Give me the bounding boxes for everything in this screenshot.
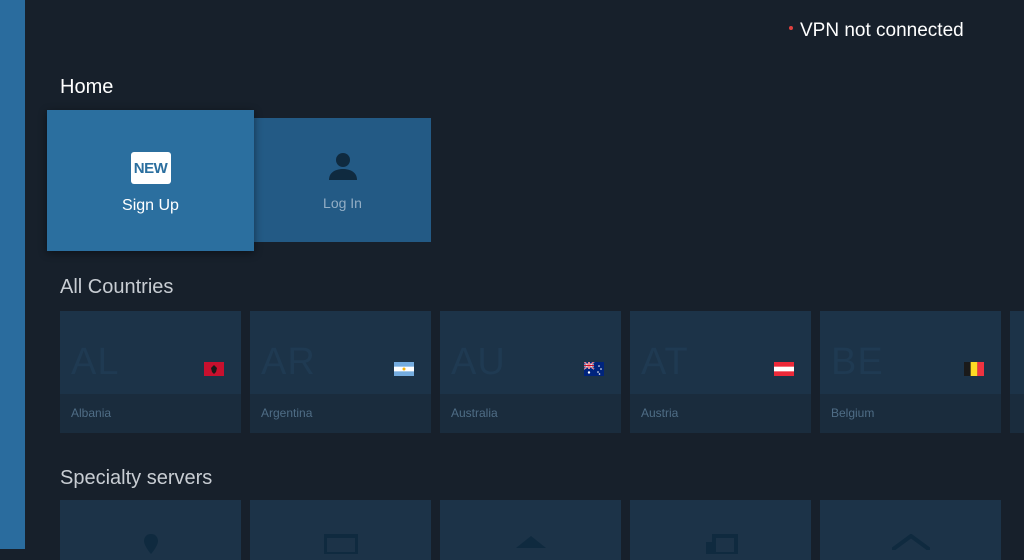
side-rail	[0, 0, 25, 549]
country-name: Belgium	[831, 406, 875, 420]
belgium-flag-icon	[964, 362, 984, 376]
country-code: AU	[451, 341, 506, 383]
sign-up-card[interactable]: NEW Sign Up	[47, 110, 254, 251]
streaming-icon	[704, 534, 738, 559]
country-code: AL	[71, 341, 120, 383]
country-name: Albania	[71, 406, 112, 420]
country-card-albania[interactable]: AL Albania	[60, 311, 241, 433]
country-code: AT	[641, 341, 689, 383]
specialty-card-house-roof[interactable]	[820, 500, 1001, 560]
home-icon	[515, 534, 546, 553]
status-dot-icon	[789, 26, 793, 30]
country-code: AR	[261, 341, 316, 383]
argentina-flag-icon	[394, 362, 414, 376]
specialty-row	[60, 500, 1001, 560]
country-card-next[interactable]	[1010, 311, 1024, 433]
country-name: Australia	[451, 406, 498, 420]
log-in-card[interactable]: Log In	[254, 118, 431, 242]
countries-row: AL Albania AR Argentina AU Australia AT …	[60, 311, 1024, 433]
country-card-australia[interactable]: AU Australia	[440, 311, 621, 433]
country-card-austria[interactable]: AT Austria	[630, 311, 811, 433]
specialty-card-location[interactable]	[60, 500, 241, 560]
country-name: Argentina	[261, 406, 313, 420]
country-name: Austria	[641, 406, 679, 420]
sign-up-label: Sign Up	[122, 197, 179, 214]
country-card-argentina[interactable]: AR Argentina	[250, 311, 431, 433]
server-box-icon	[322, 534, 359, 559]
albania-flag-icon	[204, 362, 224, 376]
vpn-status-text: VPN not connected	[800, 20, 964, 41]
specialty-card-streaming[interactable]	[630, 500, 811, 560]
austria-flag-icon	[774, 362, 794, 376]
user-icon	[328, 150, 358, 185]
specialty-card-home[interactable]	[440, 500, 621, 560]
house-roof-icon	[890, 533, 931, 555]
country-code: BE	[831, 341, 884, 383]
home-title: Home	[60, 76, 114, 98]
specialty-servers-title: Specialty servers	[60, 467, 213, 489]
new-badge-icon: NEW	[130, 152, 171, 184]
specialty-card-server[interactable]	[250, 500, 431, 560]
all-countries-title: All Countries	[60, 276, 174, 298]
location-pin-icon	[143, 534, 159, 559]
australia-flag-icon	[583, 361, 604, 376]
vpn-status: VPN not connected	[789, 20, 964, 42]
log-in-label: Log In	[323, 194, 362, 211]
country-card-belgium[interactable]: BE Belgium	[820, 311, 1001, 433]
